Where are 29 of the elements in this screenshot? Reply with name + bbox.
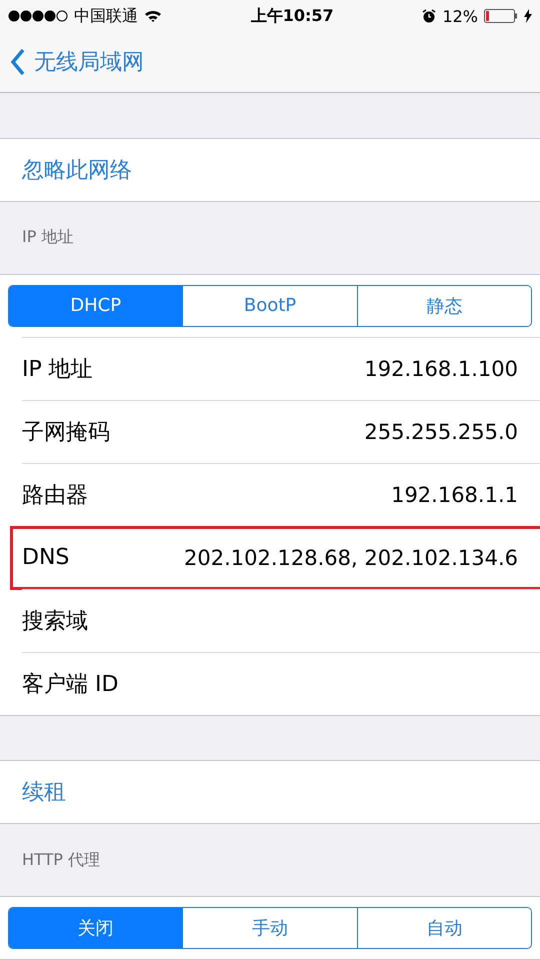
row-value: 202.102.128.68, 202.102.134.6 bbox=[184, 546, 518, 570]
carrier-name: 中国联通 bbox=[74, 6, 138, 26]
segment-tab[interactable]: 自动 bbox=[356, 908, 531, 948]
battery-percent: 12% bbox=[442, 6, 478, 26]
clock-time: 上午10:57 bbox=[250, 6, 334, 26]
section-header: HTTP 代理 bbox=[21, 848, 102, 871]
charging-icon bbox=[524, 9, 532, 23]
row-value: 192.168.1.1 bbox=[391, 482, 518, 506]
wifi-icon bbox=[144, 9, 162, 23]
back-button[interactable]: 无线局域网 bbox=[10, 47, 144, 77]
back-label: 无线局域网 bbox=[34, 49, 144, 77]
row-label: DNS bbox=[22, 545, 70, 570]
forget-network-link[interactable]: 忽略此网络 bbox=[0, 138, 540, 201]
segment-tab[interactable]: 关闭 bbox=[9, 908, 182, 948]
row-value: 192.168.1.100 bbox=[364, 356, 518, 380]
segment-tab[interactable]: 静态 bbox=[356, 286, 531, 326]
renew-lease-link[interactable]: 续租 bbox=[0, 761, 540, 824]
segment-tab[interactable]: DHCP bbox=[9, 286, 182, 326]
row-label: 子网掩码 bbox=[22, 418, 110, 446]
row-label: IP 地址 bbox=[22, 356, 93, 384]
battery-icon bbox=[484, 9, 518, 23]
row-label: 路由器 bbox=[22, 482, 88, 510]
chevron-left-icon bbox=[10, 48, 26, 76]
signal-icon bbox=[8, 10, 68, 22]
alarm-icon bbox=[422, 9, 436, 23]
row-value: 255.255.255.0 bbox=[364, 420, 518, 444]
row-label: 客户端 ID bbox=[22, 670, 118, 698]
row-label: 搜索域 bbox=[22, 608, 88, 636]
section-header: IP 地址 bbox=[21, 226, 74, 248]
